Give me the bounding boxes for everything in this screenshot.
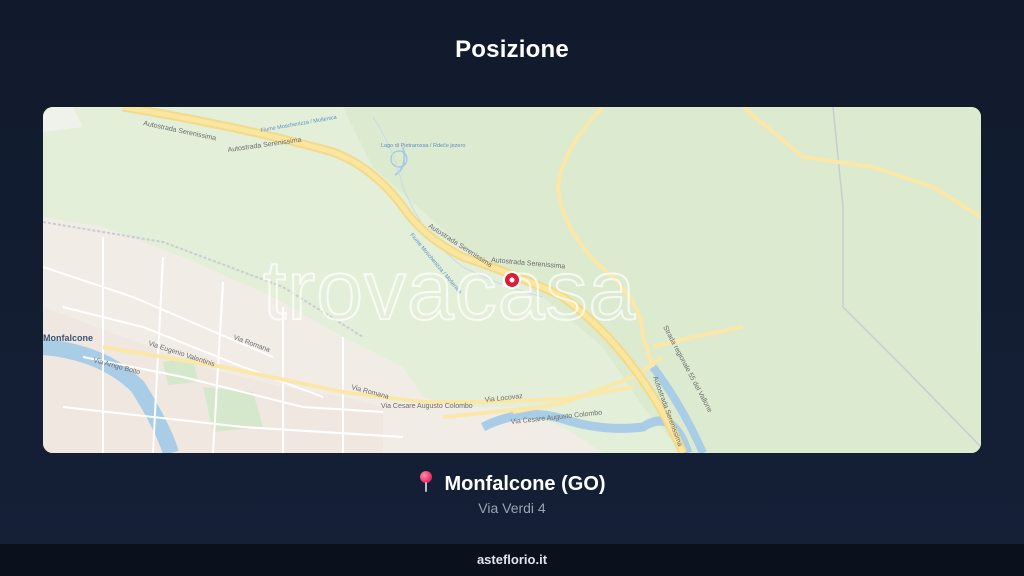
map-view[interactable]: Autostrada Serenissima Autostrada Sereni…: [43, 107, 981, 453]
watermark-logo: trovacasa: [263, 243, 636, 337]
marker-center: [509, 277, 515, 283]
location-address: Via Verdi 4: [478, 500, 546, 516]
map-label-city: Monfalcone: [43, 333, 93, 343]
map-canvas[interactable]: Autostrada Serenissima Autostrada Sereni…: [43, 107, 981, 453]
map-label-lago: Lago di Pietrarossa / Rdeče jezero: [381, 143, 465, 149]
page-title: Posizione: [455, 36, 569, 63]
page: Posizione Autostrada Serenissima Autostr…: [0, 0, 1024, 576]
map-label-street: Via Cesare Augusto Colombo: [381, 403, 473, 410]
location-title: Monfalcone (GO): [0, 471, 1024, 496]
location-marker[interactable]: [503, 271, 521, 289]
location-city: Monfalcone (GO): [444, 473, 606, 495]
footer: asteflorio.it: [0, 544, 1024, 576]
footer-site-link[interactable]: asteflorio.it: [477, 552, 547, 567]
round-pushpin-icon: [418, 471, 434, 493]
